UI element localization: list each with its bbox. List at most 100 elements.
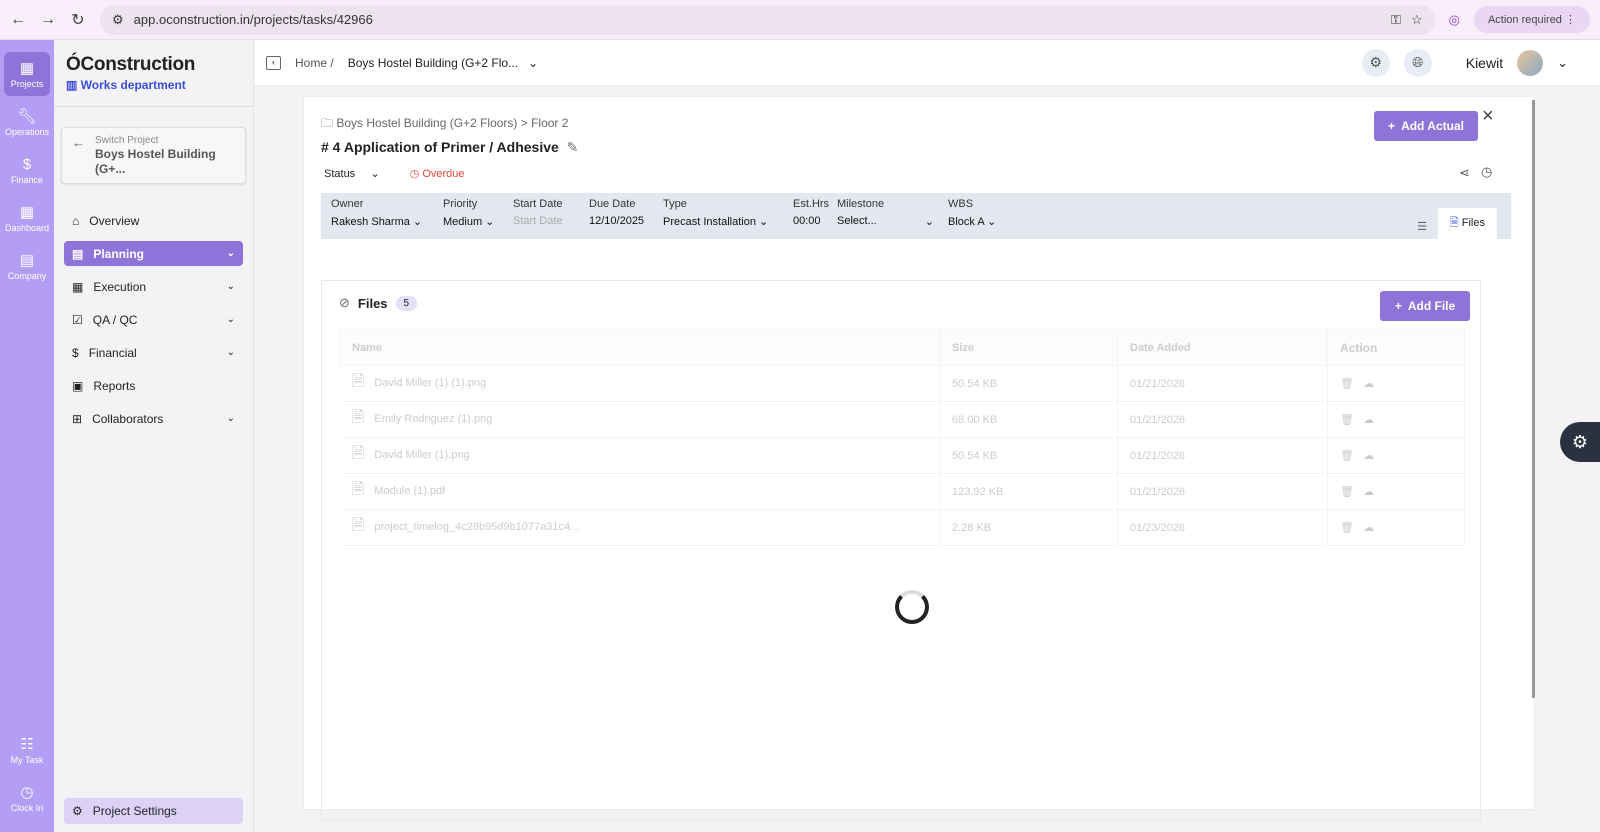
overdue-badge: ◷ Overdue [409, 168, 465, 180]
collapse-sidebar-icon[interactable]: ‹ [266, 55, 281, 70]
close-icon[interactable]: × [1482, 105, 1494, 128]
cloud-download-icon[interactable]: ☁︎ [1363, 450, 1374, 462]
switch-project-button[interactable]: ← Switch Project Boys Hostel Building (G+… [61, 127, 246, 184]
divider [54, 106, 253, 107]
table-row[interactable]: 🗎︎ Emily Rodriguez (1).png 68.00 KB 01/21… [339, 401, 1465, 438]
chevron-down-icon[interactable]: ⌄ [1557, 55, 1568, 71]
rail-operations[interactable]: 🔧︎ Operations [4, 100, 50, 144]
file-name: David Miller (1) (1).png [374, 377, 487, 389]
table-row[interactable]: 🗎︎ David Miller (1).png 50.54 KB 01/21/20… [339, 437, 1465, 474]
cloud-download-icon[interactable]: ☁︎ [1363, 414, 1374, 426]
file-name-cell[interactable]: 🗎︎ David Miller (1).png [339, 437, 940, 474]
file-size: 123.92 KB [939, 473, 1118, 510]
rail-label: Company [7, 271, 47, 281]
cloud-download-icon[interactable]: ☁︎ [1363, 522, 1374, 534]
due-date-field[interactable]: Due Date 12/10/2025 [589, 198, 649, 234]
site-info-icon[interactable]: ⚙ [112, 12, 124, 28]
sidebar-item-qa-qc[interactable]: ☑ QA / QC ⌄ [64, 307, 243, 332]
star-icon[interactable]: ☆ [1411, 12, 1423, 28]
milestone-field[interactable]: Milestone Select... ⌄ [837, 198, 934, 234]
sidebar-item-collaborators[interactable]: ⊞ Collaborators ⌄ [64, 406, 243, 431]
edit-pencil-icon[interactable]: ✎ [567, 139, 579, 155]
rail-my-task[interactable]: ☷ My Task [4, 728, 50, 772]
user-name[interactable]: Kiewit [1466, 55, 1503, 71]
file-name-cell[interactable]: 🗎︎ Emily Rodriguez (1).png [339, 401, 940, 438]
file-name: David Miller (1).png [374, 449, 470, 461]
rail-label: Finance [10, 174, 44, 185]
file-name: Module (1).pdf [374, 485, 446, 497]
table-row[interactable]: 🗎︎ David Miller (1) (1).png 50.54 KB 01/2… [339, 365, 1465, 402]
dollar-circle-icon: $ [72, 345, 79, 360]
type-field[interactable]: Type Precast Installation ⌄ [663, 198, 779, 234]
sidebar-item-financial[interactable]: $ Financial ⌄ [64, 340, 243, 365]
back-icon[interactable]: ← [10, 11, 26, 29]
rail-finance[interactable]: $ Finance [4, 148, 50, 192]
start-date-field[interactable]: Start Date Start Date [513, 198, 575, 234]
file-name-cell[interactable]: 🗎︎ David Miller (1) (1).png [339, 365, 940, 402]
department-link[interactable]: ▥ Works department [54, 76, 253, 94]
scrollbar[interactable] [1532, 100, 1535, 698]
trash-icon[interactable]: 🗑︎ [1340, 486, 1354, 498]
owner-field[interactable]: Owner Rakesh Sharma ⌄ [331, 198, 429, 234]
project-name: Boys Hostel Building (G+2 Flo... [347, 55, 519, 70]
rail-dashboard[interactable]: ▦ Dashboard [4, 196, 50, 240]
url-text[interactable]: app.oconstruction.in/projects/tasks/4296… [134, 12, 1381, 27]
reload-icon[interactable]: ↻ [70, 10, 86, 30]
address-bar[interactable]: ⚙ app.oconstruction.in/projects/tasks/42… [100, 4, 1435, 35]
settings-button[interactable]: ⚙ [1361, 48, 1390, 77]
home-icon: ⌂ [72, 213, 80, 228]
files-table: Name Size Date Added Action 🗎︎ David Mill… [339, 329, 1465, 546]
avatar[interactable] [1517, 49, 1544, 76]
est-hrs-field[interactable]: Est.Hrs 00:00 [793, 198, 830, 234]
trash-icon[interactable]: 🗑︎ [1340, 414, 1354, 426]
wbs-field[interactable]: WBS Block A ⌄ [948, 198, 996, 234]
cloud-download-icon[interactable]: ☁︎ [1363, 486, 1374, 498]
table-row[interactable]: 🗎︎ project_timelog_4c28b95d9b1077a31c4...… [339, 509, 1465, 546]
file-name: Emily Rodriguez (1).png [374, 413, 493, 425]
breadcrumb-home[interactable]: Home / [295, 56, 334, 70]
task-panel: 🗀︎ Boys Hostel Building (G+2 Floors) > F… [303, 96, 1535, 820]
priority-field[interactable]: Priority Medium ⌄ [443, 198, 499, 234]
file-size: 2.28 KB [939, 509, 1118, 546]
profile-icon[interactable]: ◎ [1449, 12, 1460, 28]
crumb-text[interactable]: Boys Hostel Building (G+2 Floors) > Floo… [336, 116, 568, 130]
tab-files[interactable]: 🗎︎ Files [1437, 208, 1497, 239]
sidebar-item-reports[interactable]: ▣ Reports [64, 373, 243, 398]
language-button[interactable]: 🌐︎ [1403, 48, 1432, 77]
action-required-button[interactable]: Action required ⋮ [1473, 6, 1590, 33]
table-row[interactable]: 🗎︎ Module (1).pdf 123.92 KB 01/21/2026 🗑︎… [339, 473, 1465, 510]
rail-clock-in[interactable]: ◷ Clock In [4, 776, 50, 820]
trash-icon[interactable]: 🗑︎ [1340, 522, 1354, 534]
file-name-cell[interactable]: 🗎︎ Module (1).pdf [339, 473, 940, 510]
timer-icon[interactable]: ◷ [1481, 164, 1492, 180]
status-select[interactable]: Status ⌄ [324, 167, 380, 180]
rail-projects[interactable]: ▦ Projects [4, 52, 50, 96]
sidebar-item-planning[interactable]: ▤ Planning ⌄ [64, 241, 243, 266]
list-view-icon[interactable]: ☰ [1417, 220, 1427, 233]
rail-company[interactable]: ▤ Company [4, 244, 50, 288]
sidebar-item-overview[interactable]: ⌂ Overview [64, 208, 243, 233]
add-file-button[interactable]: + Add File [1380, 291, 1470, 321]
logo: ÓConstruction [66, 54, 196, 75]
key-icon[interactable]: ⚿ [1391, 12, 1401, 28]
floating-settings-button[interactable]: ⚙ [1560, 422, 1600, 462]
trash-icon[interactable]: 🗑︎ [1340, 378, 1354, 390]
action-cell: 🗑︎ ☁︎ [1327, 401, 1465, 438]
file-name-cell[interactable]: 🗎︎ project_timelog_4c28b95d9b1077a31c4... [339, 509, 940, 546]
file-date: 01/21/2026 [1117, 401, 1328, 438]
grid-icon: ▦ [19, 204, 35, 221]
files-title: Files [357, 295, 388, 311]
arrow-left-icon: ← [72, 135, 85, 150]
cloud-download-icon[interactable]: ☁︎ [1363, 378, 1374, 390]
field-label: Est.Hrs [793, 198, 830, 210]
add-actual-button[interactable]: + Add Actual [1374, 111, 1478, 141]
forward-icon[interactable]: → [40, 11, 56, 29]
trash-icon[interactable]: 🗑︎ [1340, 450, 1354, 462]
rail-label: My Task [10, 755, 44, 765]
share-icon[interactable]: ⋖ [1459, 165, 1470, 181]
task-fields: Owner Rakesh Sharma ⌄ Priority Medium ⌄ St… [321, 193, 1511, 239]
project-select[interactable]: Boys Hostel Building (G+2 Flo... ⌄ [348, 56, 538, 70]
sidebar-item-execution[interactable]: ▦ Execution ⌄ [64, 274, 243, 299]
switch-label: Switch Project [95, 135, 159, 146]
project-settings-button[interactable]: ⚙ Project Settings [64, 798, 243, 824]
